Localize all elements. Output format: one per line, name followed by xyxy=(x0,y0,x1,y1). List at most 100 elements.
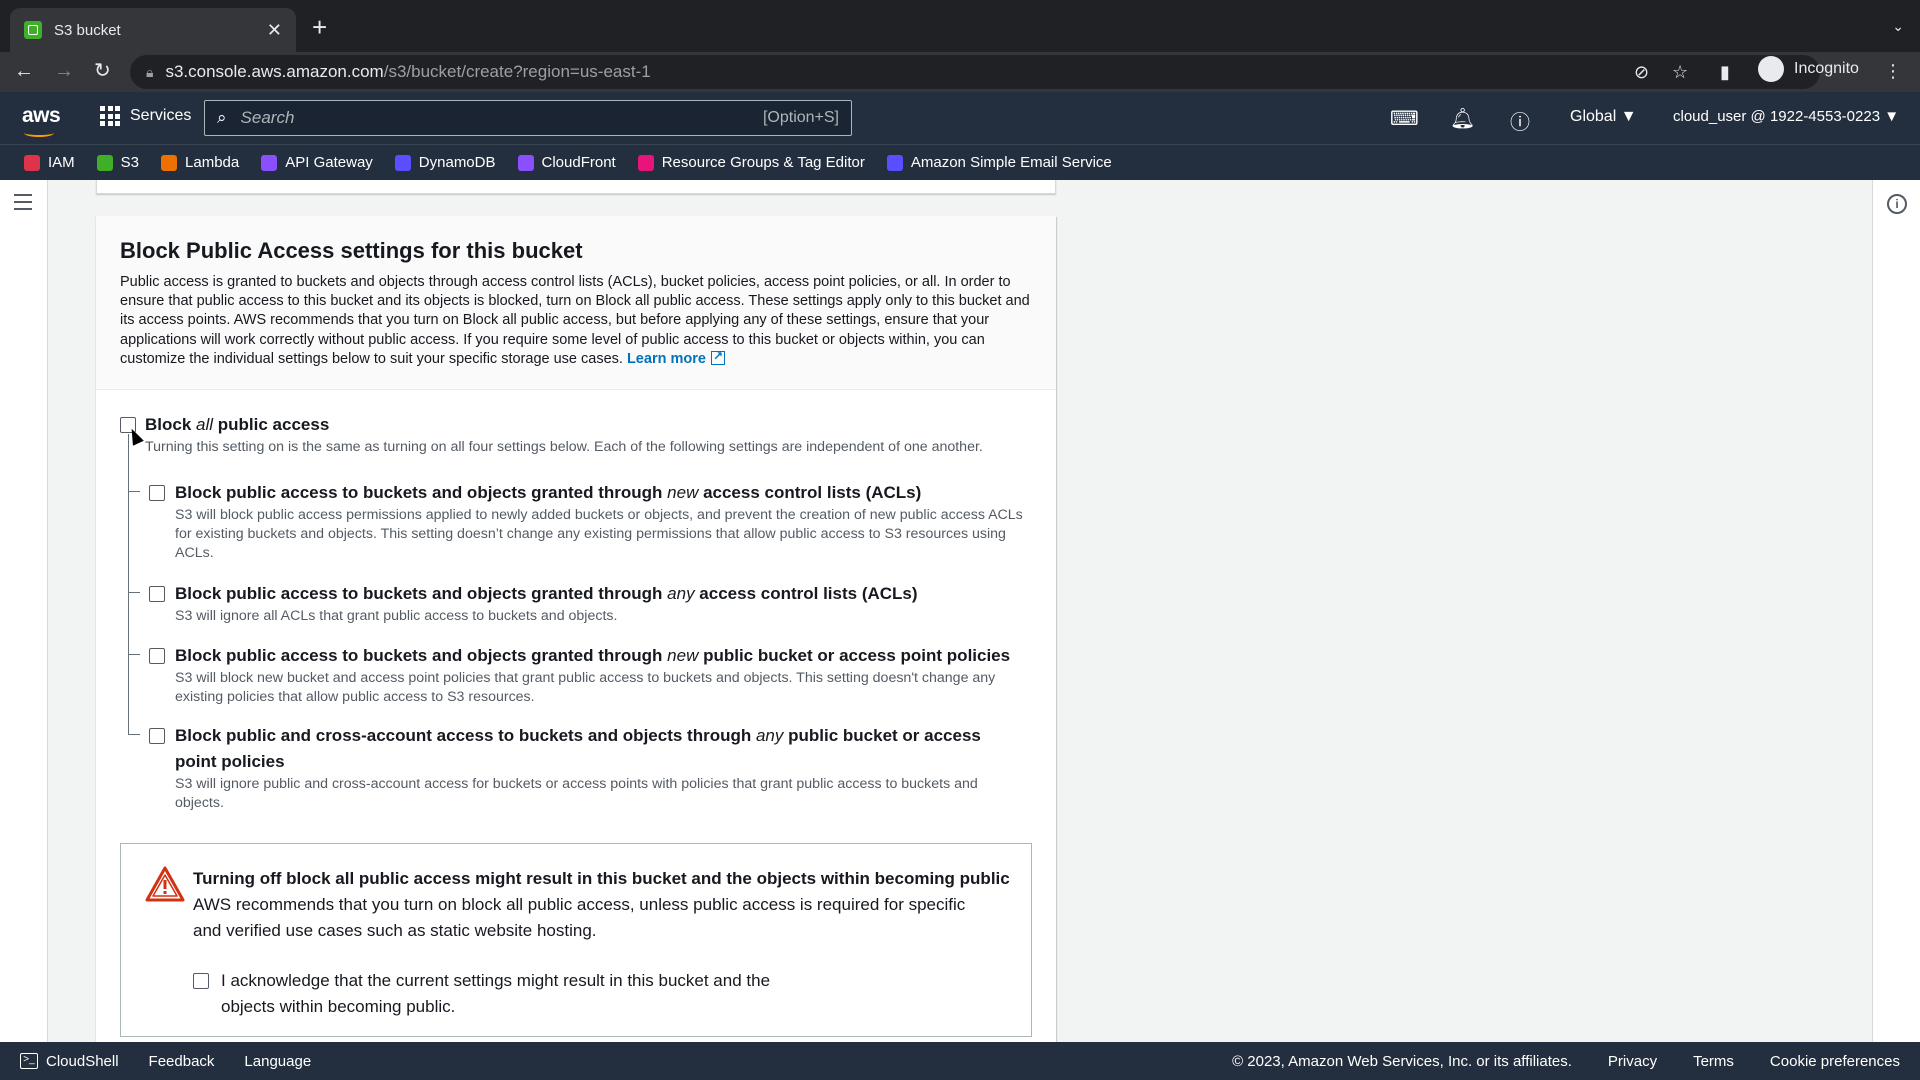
forward-arrow-icon[interactable]: → xyxy=(54,60,74,82)
option-any-policies-checkbox[interactable] xyxy=(149,728,165,744)
block-all-description: Turning this setting on is the same as t… xyxy=(145,439,983,455)
favorite-cloudfront[interactable]: CloudFront xyxy=(517,154,616,171)
panel-heading: Block Public Access settings for this bu… xyxy=(120,238,583,263)
new-tab-icon[interactable]: + xyxy=(312,14,327,40)
option-any-acls: Block public access to buckets and objec… xyxy=(149,581,1029,626)
region-selector[interactable]: Global ▼ xyxy=(1570,108,1637,126)
account-menu[interactable]: cloud_user @ 1922-4553-0223 ▼ xyxy=(1673,108,1899,125)
favorite-label: Lambda xyxy=(185,154,240,171)
cloudshell-button[interactable]: >_ CloudShell xyxy=(20,1053,119,1070)
tree-branch xyxy=(128,734,140,735)
tab-title: S3 bucket xyxy=(54,21,121,39)
tree-branch xyxy=(128,491,140,492)
acknowledge-checkbox[interactable] xyxy=(193,973,209,989)
incognito-label: Incognito xyxy=(1794,60,1859,77)
cloudfront-icon xyxy=(517,154,534,171)
incognito-profile[interactable]: Incognito xyxy=(1758,56,1859,82)
close-tab-icon[interactable]: ✕ xyxy=(267,20,282,41)
lock-icon: 🔒︎ xyxy=(146,63,154,80)
cloudshell-label: CloudShell xyxy=(46,1052,119,1070)
info-panel-icon[interactable]: i xyxy=(1887,194,1907,214)
option-description: S3 will ignore all ACLs that grant publi… xyxy=(175,608,618,624)
option-any-acls-checkbox[interactable] xyxy=(149,586,165,602)
external-link-icon xyxy=(710,347,725,366)
option-title: Block public access to buckets and objec… xyxy=(175,584,918,603)
lambda-icon xyxy=(161,154,178,171)
left-nav-rail xyxy=(0,180,48,1042)
option-new-acls-checkbox[interactable] xyxy=(149,485,165,501)
tab-search-chevron-icon[interactable]: ⌄ xyxy=(1892,18,1904,35)
browser-tab[interactable]: S3 bucket ✕ xyxy=(10,8,296,52)
favorite-ses[interactable]: Amazon Simple Email Service xyxy=(886,154,1112,171)
warning-text: AWS recommends that you turn on block al… xyxy=(193,895,966,940)
favorite-s3[interactable]: S3 xyxy=(96,154,140,171)
aws-logo[interactable]: aws xyxy=(22,104,61,137)
hamburger-menu-icon[interactable] xyxy=(14,194,32,215)
acknowledge-label: I acknowledge that the current settings … xyxy=(221,971,771,1016)
side-panel-icon[interactable]: ▮ xyxy=(1720,62,1730,83)
option-any-policies: Block public and cross-account access to… xyxy=(149,723,999,813)
reload-icon[interactable]: ↻ xyxy=(94,60,111,82)
search-placeholder: Search xyxy=(240,108,295,127)
back-arrow-icon[interactable]: ← xyxy=(14,60,34,82)
bookmark-star-icon[interactable]: ☆ xyxy=(1672,62,1688,83)
tree-branch xyxy=(128,592,140,593)
previous-section-panel xyxy=(96,180,1056,194)
eye-off-icon[interactable]: ⊘ xyxy=(1634,62,1649,83)
services-grid-icon xyxy=(100,106,120,126)
option-title: Block public and cross-account access to… xyxy=(175,726,981,771)
option-description: S3 will ignore public and cross-account … xyxy=(175,776,978,812)
help-icon[interactable]: ⓘ xyxy=(1510,106,1530,135)
panel-header: Block Public Access settings for this bu… xyxy=(96,216,1056,390)
panel-description: Public access is granted to buckets and … xyxy=(120,273,1032,369)
language-link[interactable]: Language xyxy=(244,1053,311,1070)
favorite-lambda[interactable]: Lambda xyxy=(161,154,239,171)
url-path: /s3/bucket/create?region=us-east-1 xyxy=(383,62,651,81)
copyright-text: © 2023, Amazon Web Services, Inc. or its… xyxy=(1232,1052,1572,1070)
learn-more-link[interactable]: Learn more xyxy=(626,347,725,367)
learn-more-label: Learn more xyxy=(626,350,706,367)
option-new-acls: Block public access to buckets and objec… xyxy=(149,480,1029,564)
tree-connector xyxy=(128,434,129,734)
warning-triangle-icon xyxy=(145,866,185,902)
tree-branch xyxy=(128,654,140,655)
block-all-title: Block all public access xyxy=(145,415,330,434)
favorite-api-gateway[interactable]: API Gateway xyxy=(261,154,373,171)
right-help-rail: i xyxy=(1872,180,1920,1042)
favorite-label: CloudFront xyxy=(541,154,616,171)
feedback-link[interactable]: Feedback xyxy=(149,1053,215,1070)
cloudshell-icon[interactable]: ⌨ xyxy=(1390,106,1419,131)
ses-icon xyxy=(886,154,903,171)
favorite-resource-groups[interactable]: Resource Groups & Tag Editor xyxy=(637,154,865,171)
search-input[interactable]: ⌕ Search [Option+S] xyxy=(204,100,852,136)
favorite-dynamodb[interactable]: DynamoDB xyxy=(394,154,496,171)
api-gateway-icon xyxy=(261,154,278,171)
browser-menu-icon[interactable]: ⋮ xyxy=(1884,61,1902,82)
services-label: Services xyxy=(130,107,192,124)
iam-icon xyxy=(24,154,40,171)
favorite-label: DynamoDB xyxy=(418,154,496,171)
description-text: Public access is granted to buckets and … xyxy=(120,274,1030,367)
url-field[interactable]: 🔒︎ s3.console.aws.amazon.com/s3/bucket/c… xyxy=(130,55,1820,89)
block-public-access-panel: Block Public Access settings for this bu… xyxy=(96,216,1056,1056)
block-all-option: Block all public access Turning this set… xyxy=(120,412,983,457)
warning-title: Turning off block all public access migh… xyxy=(193,869,1010,888)
favorite-label: S3 xyxy=(120,154,140,171)
terms-link[interactable]: Terms xyxy=(1693,1053,1734,1070)
url-host: s3.console.aws.amazon.com xyxy=(165,62,384,81)
privacy-link[interactable]: Privacy xyxy=(1608,1053,1657,1070)
favorite-iam[interactable]: IAM xyxy=(24,154,75,171)
option-new-policies-checkbox[interactable] xyxy=(149,648,165,664)
option-description: S3 will block new bucket and access poin… xyxy=(175,670,996,706)
option-new-policies: Block public access to buckets and objec… xyxy=(149,643,1029,707)
incognito-icon xyxy=(1758,56,1784,82)
cookie-preferences-link[interactable]: Cookie preferences xyxy=(1770,1053,1900,1070)
search-shortcut: [Option+S] xyxy=(762,109,839,126)
browser-tab-bar: S3 bucket ✕ + ⌄ xyxy=(0,0,1920,52)
option-title: Block public access to buckets and objec… xyxy=(175,646,1011,665)
services-menu-button[interactable]: Services xyxy=(100,106,191,126)
notifications-bell-icon[interactable]: 🔔︎ xyxy=(1450,106,1475,131)
aws-top-nav: aws Services ⌕ Search [Option+S] ⌨ 🔔︎ ⓘ … xyxy=(0,92,1920,144)
search-icon: ⌕ xyxy=(217,108,227,127)
favorite-label: Resource Groups & Tag Editor xyxy=(661,154,865,171)
